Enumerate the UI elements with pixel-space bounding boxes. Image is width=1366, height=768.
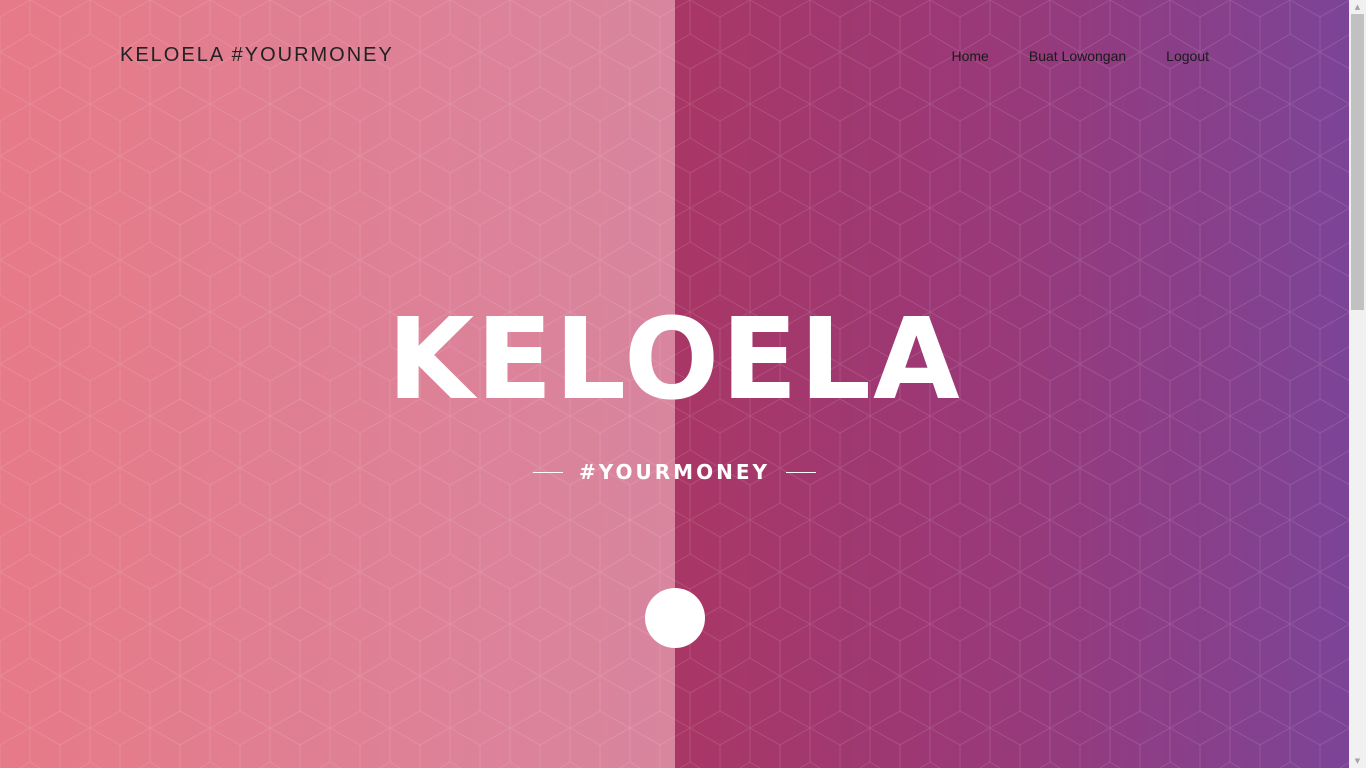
nav-buat-lowongan-link[interactable]: Buat Lowongan	[1029, 48, 1126, 64]
hero-tagline-row: #YOURMONEY	[0, 460, 1349, 484]
scroll-up-arrow-icon[interactable]: ▲	[1349, 0, 1366, 14]
brand-logo-link[interactable]: KELOELA #YOURMONEY	[120, 44, 394, 67]
scrollbar-thumb[interactable]	[1351, 14, 1364, 310]
hero-section: KELOELA #YOURMONEY Home Buat Lowongan Lo…	[0, 0, 1349, 768]
tagline-right-divider	[785, 471, 816, 473]
scroll-down-arrow-icon[interactable]: ▼	[1349, 754, 1366, 768]
tagline-left-divider	[533, 471, 564, 473]
hero-subtitle: #YOURMONEY	[579, 460, 770, 484]
nav-home-link[interactable]: Home	[952, 48, 989, 64]
page-scrollbar[interactable]: ▲ ▼	[1349, 0, 1366, 768]
scroll-down-button[interactable]	[645, 588, 705, 648]
nav-logout-link[interactable]: Logout	[1166, 48, 1209, 64]
nav-links: Home Buat Lowongan Logout	[952, 48, 1210, 64]
hero-title: KELOELA	[387, 295, 962, 425]
top-navbar: KELOELA #YOURMONEY Home Buat Lowongan Lo…	[0, 0, 1349, 115]
